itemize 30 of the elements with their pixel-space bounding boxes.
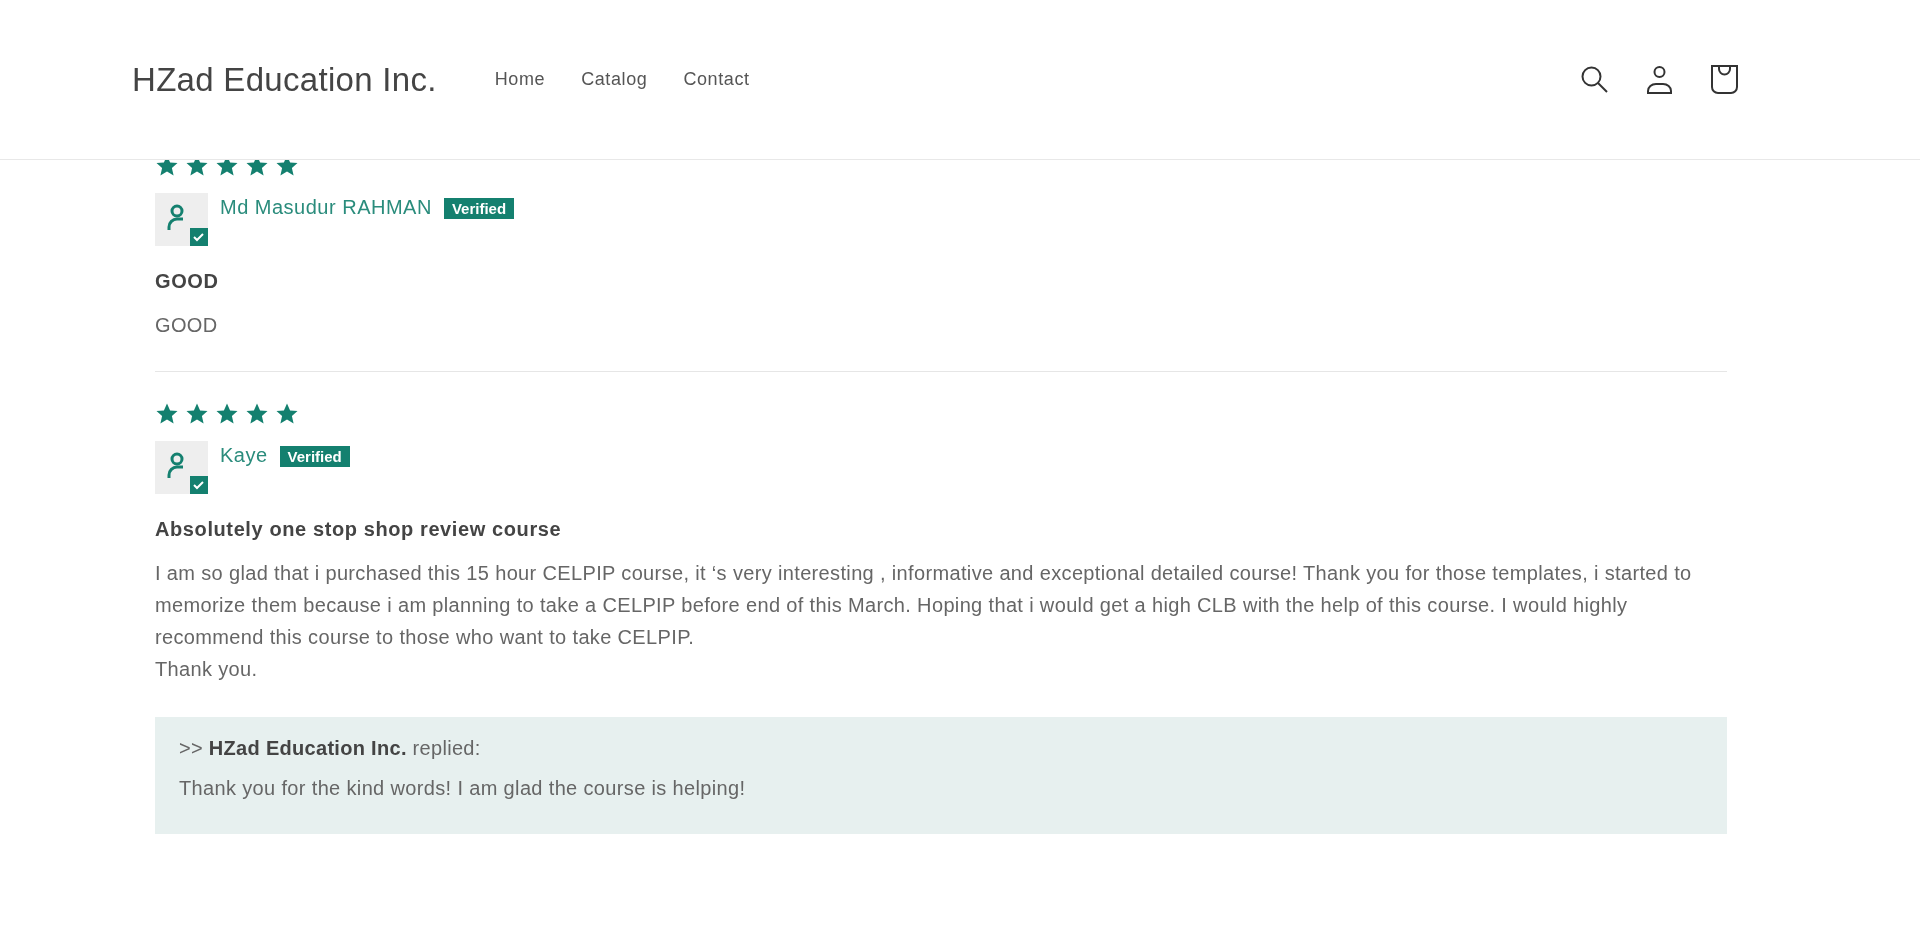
review-text: Thank you. xyxy=(155,657,259,682)
star-icon xyxy=(185,160,209,178)
nav-link[interactable]: Catalog xyxy=(581,69,648,90)
star-icon xyxy=(185,402,209,426)
review-title: Absolutely one stop shop review course xyxy=(155,518,563,541)
verified-user-icon xyxy=(155,193,208,246)
star-icon xyxy=(275,160,299,178)
verified-badge: Verified xyxy=(443,198,515,219)
cart-icon[interactable] xyxy=(1709,64,1740,95)
star-icon xyxy=(215,402,239,426)
star-icon xyxy=(275,402,299,426)
nav-link[interactable]: Home xyxy=(494,69,546,90)
verified-badge: Verified xyxy=(279,446,350,467)
star-icon xyxy=(245,402,269,426)
search-icon[interactable] xyxy=(1579,64,1610,95)
review-title: GOOD xyxy=(155,270,220,293)
site-logo[interactable]: HZad Education Inc. xyxy=(132,60,437,99)
verified-user-icon xyxy=(155,441,208,494)
reviewer-name: Kaye xyxy=(220,444,268,467)
review-text: I am so glad that i purchased this 15 hour CELPIP course, it ‘s very interesting , informative and exceptional detailed course! Thank you for those templates, i started to memorize them because i am planning to take a CELPIP before end of this March. Hoping that i would get a high CLB with the help of this course. I would highly recommend this course to those who want to take CELPIP. xyxy=(155,561,1693,650)
star-icon xyxy=(245,160,269,178)
star-icon xyxy=(215,160,239,178)
star-icon xyxy=(155,402,179,426)
nav-link[interactable]: Contact xyxy=(683,69,750,90)
star-icon xyxy=(155,160,179,178)
reviewer-name: Md Masudur RAHMAN xyxy=(220,196,432,219)
reply-text: Thank you for the kind words! I am glad the course is helping! xyxy=(179,776,747,801)
review-text: GOOD xyxy=(155,313,219,338)
reply-heading: >> HZad Education Inc. replied: xyxy=(179,737,482,760)
account-icon[interactable] xyxy=(1644,64,1675,95)
